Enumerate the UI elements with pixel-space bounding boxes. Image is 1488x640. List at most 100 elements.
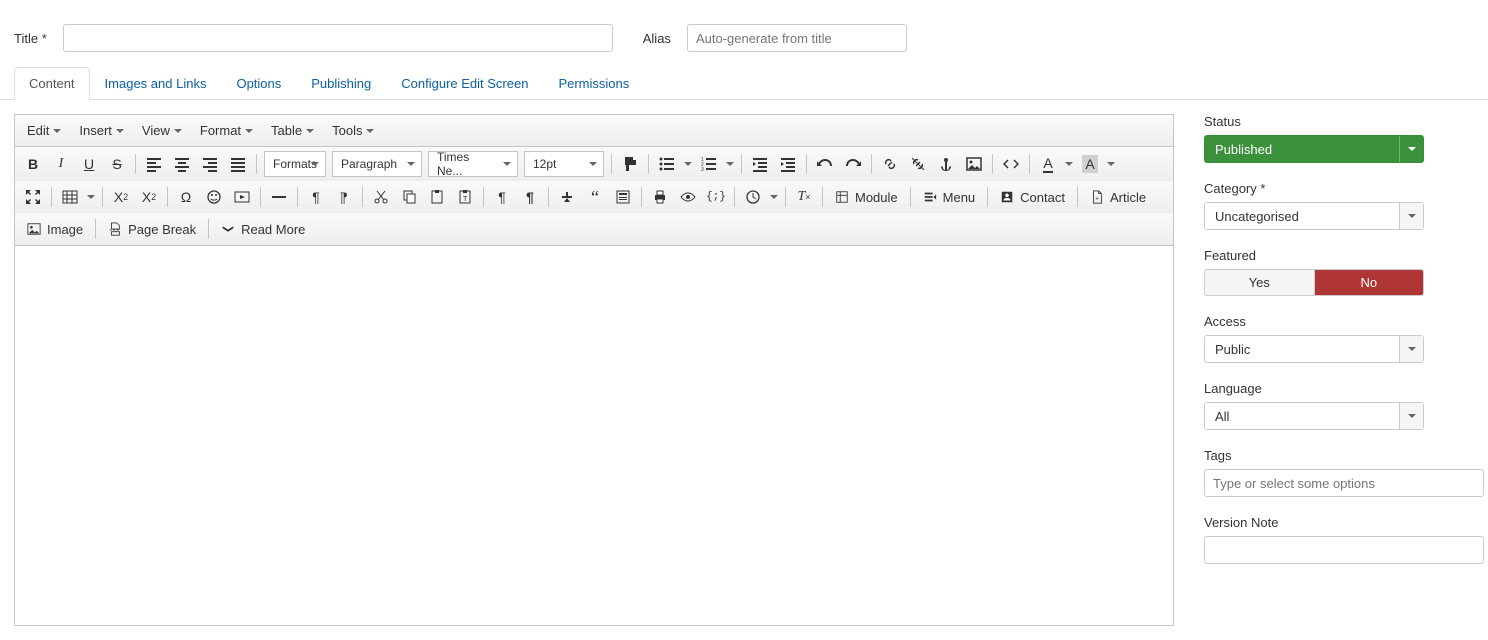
preview-icon[interactable] [674, 183, 702, 211]
ltr-icon[interactable]: ¶ [302, 183, 330, 211]
emoticon-icon[interactable] [200, 183, 228, 211]
menu-edit[interactable]: Edit [19, 117, 69, 144]
tab-options[interactable]: Options [221, 67, 296, 100]
paste-text-icon[interactable]: T [451, 183, 479, 211]
bg-color-icon[interactable]: A [1076, 150, 1104, 178]
bullet-list-caret[interactable] [681, 150, 695, 178]
menu-tools[interactable]: Tools [324, 117, 382, 144]
module-button[interactable]: Module [827, 183, 906, 211]
alias-label: Alias [643, 31, 671, 46]
image-icon[interactable] [960, 150, 988, 178]
menu-insert[interactable]: Insert [71, 117, 132, 144]
access-label: Access [1204, 314, 1484, 329]
tabs: Content Images and Links Options Publish… [0, 66, 1488, 100]
fullscreen-icon[interactable] [19, 183, 47, 211]
language-label: Language [1204, 381, 1484, 396]
category-label: Category * [1204, 181, 1484, 196]
code-sample-icon[interactable]: {;} [702, 183, 730, 211]
font-size-select[interactable]: 12pt [524, 151, 604, 177]
rtl-icon[interactable]: ¶ [330, 183, 358, 211]
article-button[interactable]: +Article [1082, 183, 1154, 211]
indent-icon[interactable] [774, 150, 802, 178]
insert-date-caret[interactable] [767, 183, 781, 211]
undo-icon[interactable] [811, 150, 839, 178]
text-color-caret[interactable] [1062, 150, 1076, 178]
menu-format[interactable]: Format [192, 117, 261, 144]
editor-menubar: Edit Insert View Format Table Tools [14, 114, 1174, 146]
table-caret[interactable] [84, 183, 98, 211]
language-select[interactable]: All [1204, 402, 1424, 430]
anchor-icon[interactable] [932, 150, 960, 178]
paint-format-icon[interactable] [616, 150, 644, 178]
blockquote-icon[interactable]: “ [581, 183, 609, 211]
insert-image-button[interactable]: Image [19, 215, 91, 243]
tab-configure-edit[interactable]: Configure Edit Screen [386, 67, 543, 100]
link-icon[interactable] [876, 150, 904, 178]
svg-text:3: 3 [701, 167, 704, 172]
align-right-icon[interactable] [196, 150, 224, 178]
title-label: Title * [14, 31, 47, 46]
align-left-icon[interactable] [140, 150, 168, 178]
paste-icon[interactable] [423, 183, 451, 211]
category-select[interactable]: Uncategorised [1204, 202, 1424, 230]
source-code-icon[interactable] [997, 150, 1025, 178]
contact-button[interactable]: Contact [992, 183, 1073, 211]
italic-icon[interactable]: I [47, 150, 75, 178]
menu-table[interactable]: Table [263, 117, 322, 144]
tab-permissions[interactable]: Permissions [543, 67, 644, 100]
status-select[interactable]: Published [1204, 135, 1424, 163]
media-icon[interactable] [228, 183, 256, 211]
status-label: Status [1204, 114, 1484, 129]
clear-format-icon[interactable]: T× [790, 183, 818, 211]
bold-icon[interactable]: B [19, 150, 47, 178]
insert-date-icon[interactable] [739, 183, 767, 211]
page-break-button[interactable]: Page Break [100, 215, 204, 243]
tags-label: Tags [1204, 448, 1484, 463]
text-color-icon[interactable]: A [1034, 150, 1062, 178]
read-more-button[interactable]: Read More [213, 215, 313, 243]
show-invisible-icon[interactable]: ¶ [516, 183, 544, 211]
print-icon[interactable] [646, 183, 674, 211]
unlink-icon[interactable] [904, 150, 932, 178]
font-select[interactable]: Times Ne... [428, 151, 518, 177]
featured-no[interactable]: No [1315, 270, 1424, 295]
subscript-icon[interactable]: X2 [107, 183, 135, 211]
special-char-icon[interactable]: Ω [172, 183, 200, 211]
editor-content-area[interactable] [14, 246, 1174, 626]
tags-input[interactable] [1204, 469, 1484, 497]
formats-select[interactable]: Formats [264, 151, 326, 177]
svg-text:T: T [463, 196, 468, 203]
menu-view[interactable]: View [134, 117, 190, 144]
strikethrough-icon[interactable]: S [103, 150, 131, 178]
title-input[interactable] [63, 24, 613, 52]
redo-icon[interactable] [839, 150, 867, 178]
number-list-icon[interactable]: 123 [695, 150, 723, 178]
block-select[interactable]: Paragraph [332, 151, 422, 177]
featured-toggle: Yes No [1204, 269, 1424, 296]
show-blocks-icon[interactable]: ¶ [488, 183, 516, 211]
horizontal-rule-icon[interactable] [265, 183, 293, 211]
table-icon[interactable] [56, 183, 84, 211]
tab-content[interactable]: Content [14, 67, 90, 100]
version-note-input[interactable] [1204, 536, 1484, 564]
bg-color-caret[interactable] [1104, 150, 1118, 178]
bullet-list-icon[interactable] [653, 150, 681, 178]
access-select[interactable]: Public [1204, 335, 1424, 363]
number-list-caret[interactable] [723, 150, 737, 178]
superscript-icon[interactable]: X2 [135, 183, 163, 211]
align-center-icon[interactable] [168, 150, 196, 178]
menu-button[interactable]: Menu [915, 183, 984, 211]
align-justify-icon[interactable] [224, 150, 252, 178]
tab-publishing[interactable]: Publishing [296, 67, 386, 100]
template-icon[interactable] [609, 183, 637, 211]
cut-icon[interactable] [367, 183, 395, 211]
version-note-label: Version Note [1204, 515, 1484, 530]
outdent-icon[interactable] [746, 150, 774, 178]
underline-icon[interactable]: U [75, 150, 103, 178]
featured-yes[interactable]: Yes [1205, 270, 1315, 295]
alias-input[interactable] [687, 24, 907, 52]
nonbreaking-icon[interactable] [553, 183, 581, 211]
copy-icon[interactable] [395, 183, 423, 211]
svg-text:+: + [1095, 196, 1099, 203]
tab-images-links[interactable]: Images and Links [90, 67, 222, 100]
